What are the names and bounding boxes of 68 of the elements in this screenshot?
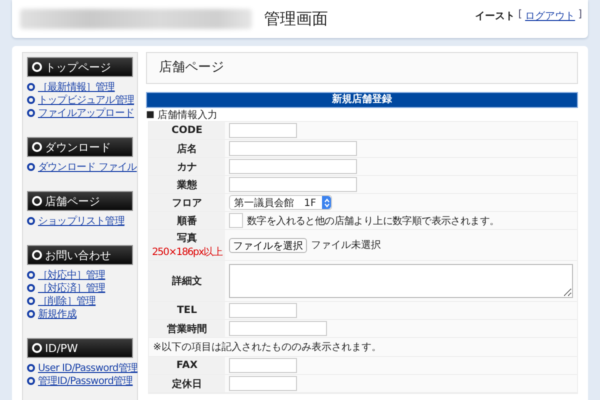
section-label: 店舗情報入力: [158, 108, 218, 122]
sidebar-link[interactable]: トップビジュアル管理: [38, 92, 134, 106]
bullet-icon: [27, 284, 35, 292]
bullet-icon: [27, 270, 35, 278]
input-field[interactable]: [229, 141, 357, 156]
section-title: お問い合わせ: [45, 248, 111, 262]
bullet-icon: [27, 364, 35, 372]
square-bullet: ■: [146, 110, 155, 120]
sidebar-link[interactable]: ［最新情報］管理: [38, 80, 115, 94]
field-label: 業態: [177, 178, 197, 192]
section-title: ID/PW: [45, 342, 78, 354]
sidebar-link[interactable]: 管理ID/Password管理: [38, 374, 133, 388]
page-heading: 管理画面: [264, 8, 328, 30]
floor-select[interactable]: 第一議員会館 1F: [229, 195, 332, 210]
form-note: ※以下の項目は記入されたもののみ表示されます。: [149, 338, 577, 356]
input-field[interactable]: [229, 177, 357, 192]
circle-icon: [32, 196, 42, 206]
field-label: 写真: [177, 232, 197, 245]
field-label: 営業時間: [167, 322, 207, 336]
field-label: 順番: [177, 214, 197, 228]
sidebar-link[interactable]: ダウンロード ファイル: [38, 160, 137, 174]
sidebar-link[interactable]: ［対応済］管理: [38, 280, 106, 294]
form-title-bar: 新規店舗登録: [146, 92, 578, 108]
input-field[interactable]: [229, 123, 297, 138]
field-label: カナ: [177, 160, 197, 174]
circle-icon: [32, 343, 42, 353]
bullet-icon: [27, 162, 35, 170]
page-title: 店舗ページ: [146, 52, 578, 84]
user-name: イースト: [475, 10, 516, 23]
order-hint: 数字を入れると他の店舗より上に数字順で表示されます。: [247, 214, 500, 228]
bracket: ]: [578, 9, 582, 22]
bullet-icon: [27, 216, 35, 224]
section-title: トップページ: [45, 60, 111, 74]
bullet-icon: [27, 296, 35, 304]
sidebar-link[interactable]: ファイルアップロード: [38, 106, 134, 120]
section-title: ダウンロード: [45, 140, 111, 154]
choose-file-button[interactable]: ファイルを選択: [229, 238, 307, 252]
field-label: 詳細文: [172, 274, 202, 288]
circle-icon: [32, 250, 42, 260]
size-note: 250×186px以上: [152, 246, 222, 259]
input-field[interactable]: [229, 303, 297, 318]
logout-link[interactable]: ログアウト: [525, 9, 576, 23]
file-status: ファイル未選択: [311, 238, 381, 252]
sidebar-link[interactable]: User ID/Password管理: [38, 360, 138, 374]
sidebar-link[interactable]: ショップリスト管理: [38, 214, 124, 228]
bullet-icon: [27, 310, 35, 318]
bullet-icon: [27, 82, 35, 90]
field-label: フロア: [172, 196, 202, 210]
bracket: [: [518, 9, 522, 22]
input-field[interactable]: [229, 321, 327, 336]
bullet-icon: [27, 376, 35, 384]
circle-icon: [32, 62, 42, 72]
bullet-icon: [27, 108, 35, 116]
field-label: FAX: [176, 360, 198, 371]
sidebar-link[interactable]: ［対応中］管理: [38, 268, 106, 282]
field-label: TEL: [176, 305, 198, 316]
section-title: 店舗ページ: [45, 194, 100, 208]
sidebar-link[interactable]: ［削除］管理: [38, 294, 96, 308]
input-field[interactable]: [229, 159, 357, 174]
input-field[interactable]: [229, 358, 297, 373]
field-label: CODE: [172, 125, 202, 136]
circle-icon: [32, 142, 42, 152]
field-label: 定休日: [172, 377, 202, 390]
input-field[interactable]: [229, 376, 297, 391]
sidebar-link[interactable]: 新規作成: [38, 306, 76, 320]
order-field[interactable]: [229, 213, 243, 228]
bullet-icon: [27, 96, 35, 104]
field-label: 店名: [177, 142, 197, 156]
